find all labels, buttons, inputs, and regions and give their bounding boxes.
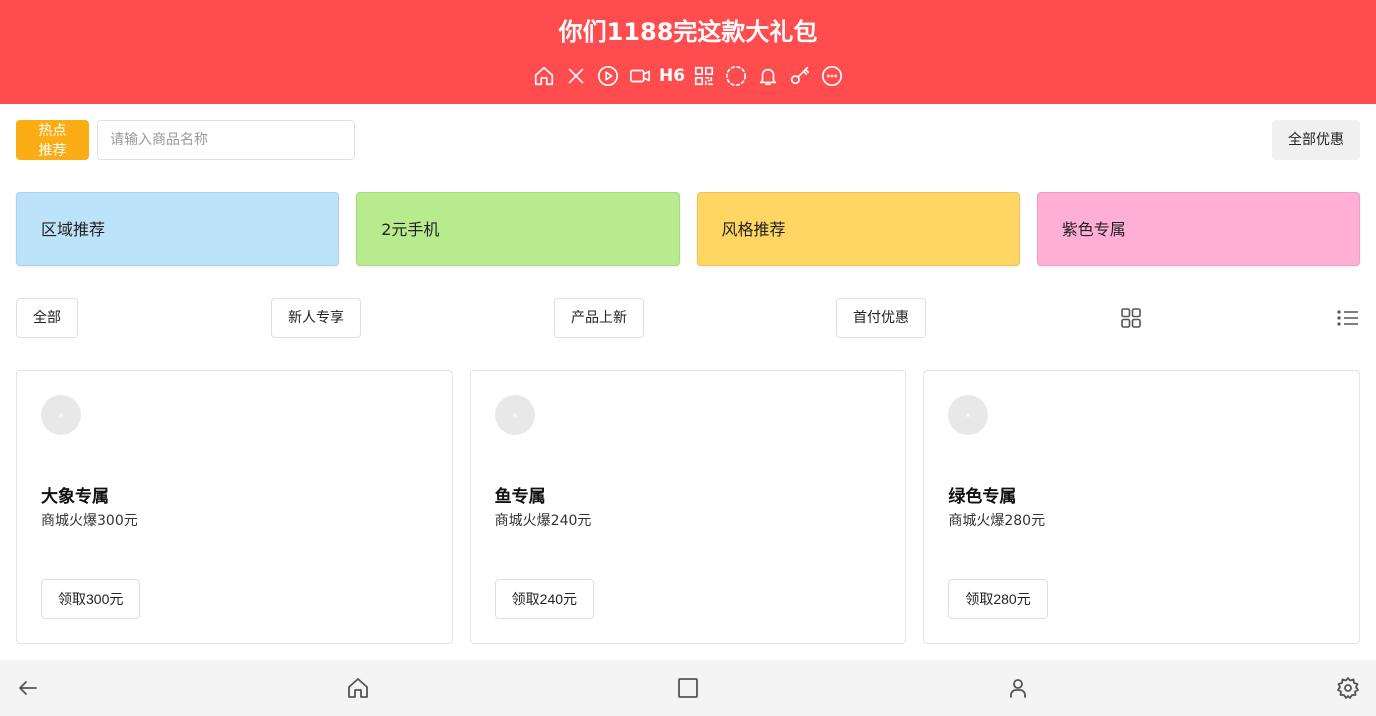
card-subtitle: 商城火爆280元 [948,513,1046,529]
bell-icon[interactable] [756,62,780,90]
category-card[interactable]: 紫色专属 [1036,192,1360,266]
header-icon-bar: H6 [532,62,844,90]
all-offers-button[interactable]: 全部优惠 [1272,120,1360,160]
category-card[interactable]: 风格推荐 [696,192,1020,266]
card-title: 绿色专属 [948,487,1017,507]
offer-card: 大象专属 商城火爆300元 领取300元 [16,370,453,644]
offer-card-list: 大象专属 商城火爆300元 领取300元 鱼专属 商城火爆240元 领取240元… [16,370,1361,644]
hot-recommend-button[interactable]: 热点 推荐 [16,120,89,160]
back-arrow-icon[interactable] [16,676,40,700]
category-card[interactable]: 2元手机 [356,192,680,266]
list-view-icon[interactable] [1336,306,1360,330]
square-icon[interactable] [676,676,700,700]
claim-button[interactable]: 领取280元 [948,579,1048,619]
claim-button[interactable]: 领取240元 [494,579,595,619]
avatar [41,395,81,435]
filter-first-payment[interactable]: 首付优惠 [836,298,926,338]
filter-all[interactable]: 全部 [16,298,78,338]
hot-label-line2: 推荐 [38,142,67,158]
filter-new-products[interactable]: 产品上新 [554,298,644,338]
video-icon[interactable] [628,62,652,90]
h6-icon[interactable]: H6 [659,62,685,90]
offer-card: 绿色专属 商城火爆280元 领取280元 [923,370,1361,644]
card-subtitle: 商城火爆300元 [41,513,138,529]
app-header: 你们1188完这款大礼包 H6 [0,0,1376,104]
avatar [494,395,535,435]
card-subtitle: 商城火爆240元 [494,513,592,529]
page-title: 你们1188完这款大礼包 [558,18,818,46]
home-icon[interactable] [532,62,556,90]
filter-new-user[interactable]: 新人专享 [271,298,361,338]
settings-icon[interactable] [1336,676,1360,700]
key-icon[interactable] [788,62,812,90]
hot-label-line1: 热点 [38,122,67,138]
card-title: 大象专属 [41,487,109,507]
more-icon[interactable] [820,62,844,90]
category-cards: 区域推荐 2元手机 风格推荐 紫色专属 [16,192,1360,266]
offer-card: 鱼专属 商城火爆240元 领取240元 [469,370,907,644]
avatar [948,395,989,435]
grid-view-icon[interactable] [1119,306,1143,330]
bottom-navigation-bar [0,660,1376,716]
dashed-circle-icon[interactable] [724,62,748,90]
filter-bar: 全部 新人专享 产品上新 首付优惠 [16,298,1360,338]
close-icon[interactable] [564,62,588,90]
play-icon[interactable] [596,62,620,90]
category-card[interactable]: 区域推荐 [16,192,340,266]
search-input[interactable] [97,120,355,160]
toolbar: 热点 推荐 全部优惠 [0,120,1376,160]
home-icon[interactable] [346,676,370,700]
claim-button[interactable]: 领取300元 [41,579,141,619]
user-icon[interactable] [1006,676,1030,700]
card-title: 鱼专属 [494,487,546,507]
qrcode-icon[interactable] [692,62,716,90]
